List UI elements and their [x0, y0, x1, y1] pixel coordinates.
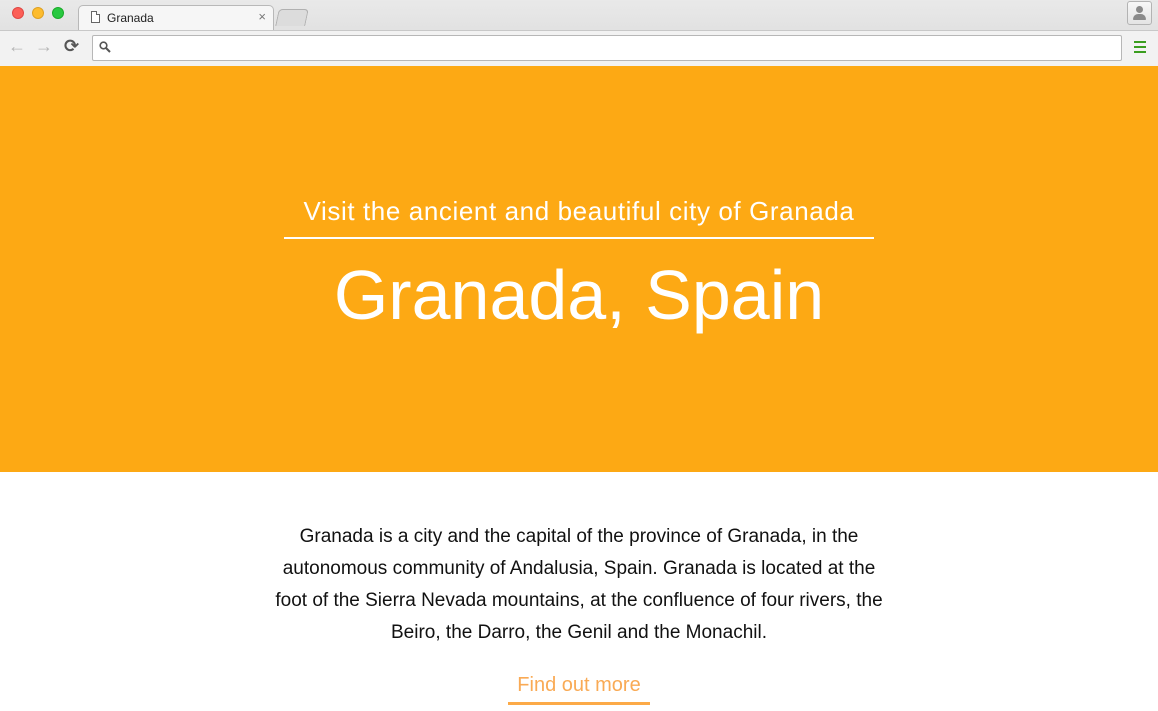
hero-divider: [284, 237, 874, 239]
city-description: Granada is a city and the capital of the…: [275, 526, 883, 643]
address-bar[interactable]: [92, 35, 1122, 61]
reload-icon[interactable]: ⟳: [64, 36, 79, 56]
page-icon: [91, 11, 100, 23]
profile-button[interactable]: [1127, 1, 1152, 25]
search-icon: [99, 41, 111, 53]
person-icon-body: [1133, 14, 1146, 20]
window-close-button[interactable]: [12, 7, 24, 19]
address-input[interactable]: [117, 36, 1112, 60]
new-tab-button[interactable]: [275, 9, 309, 26]
hero-title: Granada, Spain: [333, 256, 825, 334]
find-out-more-link[interactable]: Find out more: [508, 672, 650, 705]
browser-toolbar: ← → ⟳: [0, 30, 1158, 66]
window-maximize-button[interactable]: [52, 7, 64, 19]
tab-title: Granada: [107, 11, 154, 25]
browser-tab-granada[interactable]: Granada ×: [78, 5, 274, 30]
hamburger-menu-icon[interactable]: [1134, 41, 1146, 53]
browser-chrome: Granada × ← → ⟳: [0, 0, 1158, 66]
tab-close-icon[interactable]: ×: [258, 10, 266, 24]
forward-arrow-icon[interactable]: →: [35, 36, 53, 56]
hero-tagline: Visit the ancient and beautiful city of …: [303, 196, 855, 226]
title-bar: Granada ×: [0, 0, 1158, 30]
window-minimize-button[interactable]: [32, 7, 44, 19]
back-arrow-icon[interactable]: ←: [8, 36, 26, 56]
person-icon: [1136, 6, 1143, 13]
hero-banner: Visit the ancient and beautiful city of …: [0, 66, 1158, 472]
main-content: Granada is a city and the capital of the…: [0, 472, 1158, 711]
